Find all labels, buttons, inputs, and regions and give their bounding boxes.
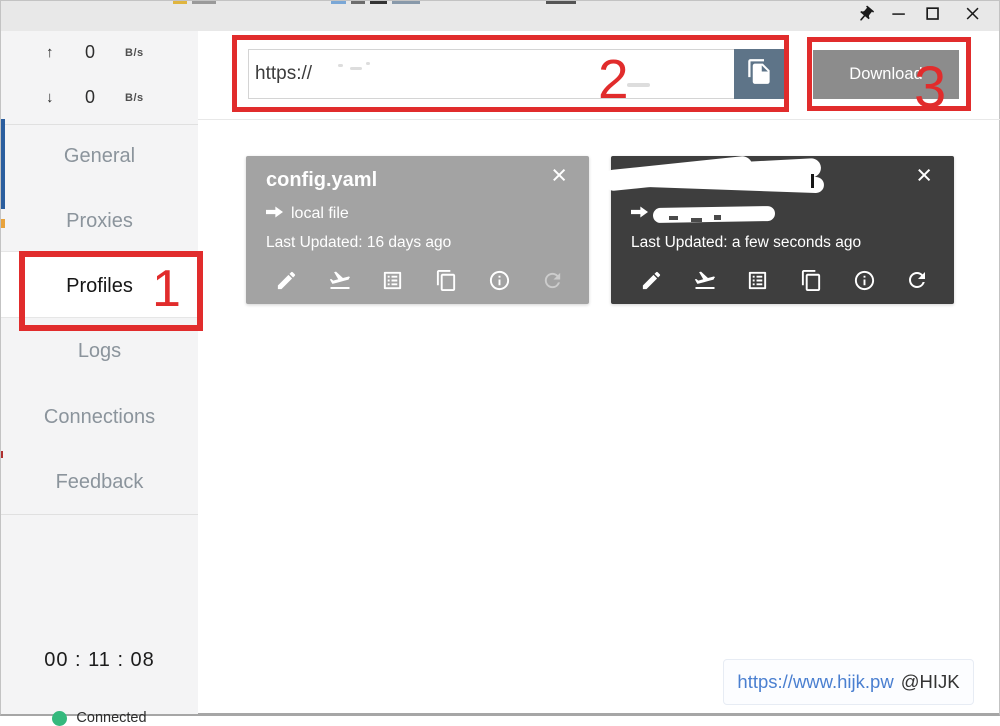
flight-land-icon[interactable] (692, 267, 718, 293)
sidebar-item-general[interactable]: General (1, 124, 198, 189)
download-speed: ↓ 0 B/s (1, 86, 198, 112)
profile-source: local file (266, 205, 349, 223)
sidebar-item-logs[interactable]: Logs (1, 319, 198, 384)
profile-actions (625, 267, 944, 293)
screen-edge-artifact (1, 451, 3, 458)
profile-card-local[interactable]: config.yaml × local file Last Updated: 1… (246, 156, 589, 304)
copy-file-icon (746, 58, 773, 90)
close-profile-icon[interactable]: × (916, 162, 932, 189)
screen-edge-artifact (351, 1, 365, 4)
upload-arrow-icon: ↑ (46, 44, 54, 61)
minimize-button[interactable] (884, 4, 914, 29)
close-icon (963, 4, 983, 29)
connection-status-label: Connected (76, 710, 146, 726)
sidebar-item-feedback[interactable]: Feedback (1, 450, 198, 515)
watermark-link[interactable]: https://www.hijk.pw (737, 671, 893, 693)
download-button[interactable]: Download (813, 50, 959, 99)
redaction-remnant (811, 174, 814, 188)
screen-edge-artifact (173, 1, 187, 4)
redaction-remnant (669, 216, 678, 220)
sidebar-divider (1, 514, 198, 515)
profile-last-updated: Last Updated: a few seconds ago (631, 234, 861, 252)
download-speed-value: 0 (85, 87, 95, 108)
sidebar: ↑ 0 B/s ↓ 0 B/s General Proxies Profiles… (1, 31, 198, 714)
source-arrow-icon (266, 205, 283, 223)
sidebar-item-proxies[interactable]: Proxies (1, 189, 198, 254)
maximize-button[interactable] (918, 4, 948, 29)
redaction-smudge (338, 64, 343, 67)
screen-edge-artifact (192, 1, 216, 4)
edit-icon[interactable] (274, 267, 300, 293)
redaction-smudge (627, 83, 650, 87)
pin-button[interactable] (850, 4, 880, 29)
redaction-smudge (366, 62, 370, 65)
sidebar-item-profiles[interactable]: Profiles (1, 254, 198, 319)
app-window: ↑ 0 B/s ↓ 0 B/s General Proxies Profiles… (0, 0, 1000, 716)
watermark-handle: @HIJK (901, 671, 960, 693)
maximize-icon (923, 4, 943, 29)
profile-last-updated: Last Updated: 16 days ago (266, 234, 451, 252)
profile-source-label: local file (291, 205, 349, 223)
profile-name: config.yaml (266, 169, 377, 192)
sidebar-item-connections[interactable]: Connections (1, 385, 198, 450)
screen-edge-artifact (370, 1, 387, 4)
download-button-label: Download (849, 65, 922, 84)
watermark-badge: https://www.hijk.pw @HIJK (723, 659, 974, 705)
screen-edge-artifact (546, 1, 576, 4)
redaction-smudge (350, 67, 362, 70)
uptime-timer: 00 : 11 : 08 (1, 649, 198, 672)
upload-speed-unit: B/s (125, 47, 144, 59)
screen-edge-artifact (1, 119, 5, 209)
download-speed-unit: B/s (125, 92, 144, 104)
edit-icon[interactable] (639, 267, 665, 293)
copy-icon[interactable] (798, 267, 824, 293)
profile-url-input[interactable]: https:// (248, 49, 734, 99)
connection-status: Connected (1, 710, 198, 726)
refresh-icon[interactable] (904, 267, 930, 293)
pin-icon (856, 5, 875, 29)
toolbar-divider (198, 119, 1000, 120)
profile-card-remote[interactable]: × Last Updated: a few seconds ago (611, 156, 954, 304)
screen-edge-artifact (331, 1, 346, 4)
minimize-icon (889, 4, 909, 29)
screen-edge-artifact (392, 1, 420, 4)
info-icon[interactable] (486, 267, 512, 293)
screen-edge-artifact (1, 219, 5, 228)
info-icon[interactable] (851, 267, 877, 293)
upload-speed-value: 0 (85, 42, 95, 63)
connected-dot-icon (52, 711, 67, 726)
source-arrow-icon (631, 205, 648, 223)
url-input-value: https:// (255, 63, 312, 85)
profile-actions (260, 267, 579, 293)
details-list-icon[interactable] (745, 267, 771, 293)
close-profile-icon[interactable]: × (551, 162, 567, 189)
titlebar (1, 1, 999, 31)
details-list-icon[interactable] (380, 267, 406, 293)
download-arrow-icon: ↓ (46, 89, 54, 106)
upload-speed: ↑ 0 B/s (1, 41, 198, 67)
redaction-remnant (691, 218, 702, 222)
copy-icon[interactable] (433, 267, 459, 293)
flight-land-icon[interactable] (327, 267, 353, 293)
paste-url-button[interactable] (734, 49, 785, 99)
redaction-remnant (714, 215, 721, 220)
close-button[interactable] (958, 4, 988, 29)
refresh-icon[interactable] (539, 267, 565, 293)
